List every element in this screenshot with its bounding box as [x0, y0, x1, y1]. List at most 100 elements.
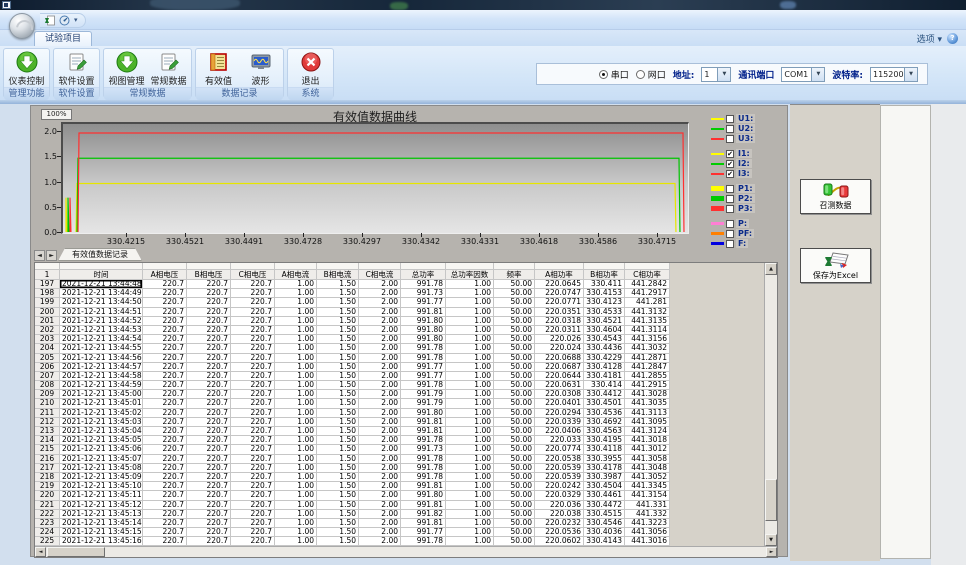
- table-cell[interactable]: 220.7: [187, 519, 231, 528]
- table-cell[interactable]: 441.2915: [625, 381, 670, 390]
- table-cell[interactable]: 220.7: [187, 308, 231, 317]
- table-cell[interactable]: 1.00: [275, 519, 317, 528]
- table-cell[interactable]: 1.50: [317, 372, 359, 381]
- table-cell[interactable]: 50.00: [494, 354, 535, 363]
- table-cell[interactable]: 220.7: [231, 317, 275, 326]
- table-cell[interactable]: 1.00: [446, 464, 494, 473]
- software-settings-button[interactable]: 软件设置: [56, 51, 97, 87]
- table-header-cell[interactable]: B相功率: [584, 270, 625, 280]
- table-cell[interactable]: 2.00: [359, 326, 401, 335]
- legend-checkbox[interactable]: [726, 195, 734, 203]
- table-cell[interactable]: 50.00: [494, 399, 535, 408]
- table-cell[interactable]: 1.00: [275, 445, 317, 454]
- table-cell[interactable]: 220.7: [143, 418, 187, 427]
- table-cell[interactable]: 50.00: [494, 390, 535, 399]
- table-cell[interactable]: 220.7: [143, 528, 187, 537]
- table-cell[interactable]: 330.4604: [584, 326, 625, 335]
- table-cell[interactable]: 220.7: [231, 298, 275, 307]
- table-cell[interactable]: 220.7: [143, 455, 187, 464]
- table-cell[interactable]: 2.00: [359, 409, 401, 418]
- table-cell[interactable]: 991.80: [401, 409, 446, 418]
- table-cell[interactable]: 50.00: [494, 418, 535, 427]
- table-header-cell[interactable]: A相电流: [275, 270, 317, 280]
- table-cell[interactable]: 208: [35, 381, 60, 390]
- table-cell[interactable]: 330.4436: [584, 344, 625, 353]
- table-cell[interactable]: 220.038: [535, 510, 584, 519]
- table-cell[interactable]: 1.50: [317, 427, 359, 436]
- table-cell[interactable]: 220.0329: [535, 491, 584, 500]
- table-cell[interactable]: 220.7: [231, 464, 275, 473]
- table-cell[interactable]: 1.00: [446, 501, 494, 510]
- table-cell[interactable]: 2021-12-21 13:45:12: [60, 501, 143, 510]
- table-cell[interactable]: 991.81: [401, 308, 446, 317]
- table-cell[interactable]: 1.00: [446, 344, 494, 353]
- table-cell[interactable]: 220.7: [187, 280, 231, 289]
- table-cell[interactable]: 220.7: [143, 298, 187, 307]
- table-cell[interactable]: 1.50: [317, 436, 359, 445]
- table-cell[interactable]: 1.00: [446, 372, 494, 381]
- table-cell[interactable]: 220.0687: [535, 363, 584, 372]
- table-cell[interactable]: 1.50: [317, 482, 359, 491]
- table-cell[interactable]: 220.033: [535, 436, 584, 445]
- table-cell[interactable]: 441.3223: [625, 519, 670, 528]
- table-cell[interactable]: 2.00: [359, 344, 401, 353]
- table-cell[interactable]: 220.7: [231, 528, 275, 537]
- table-cell[interactable]: 2.00: [359, 354, 401, 363]
- table-cell[interactable]: 218: [35, 473, 60, 482]
- table-cell[interactable]: 1.50: [317, 399, 359, 408]
- table-cell[interactable]: 1.00: [275, 537, 317, 546]
- table-cell[interactable]: 1.00: [446, 537, 494, 546]
- table-cell[interactable]: 441.3132: [625, 308, 670, 317]
- table-cell[interactable]: 2021-12-21 13:45:00: [60, 390, 143, 399]
- table-cell[interactable]: 220.0351: [535, 308, 584, 317]
- table-cell[interactable]: 1.50: [317, 308, 359, 317]
- table-cell[interactable]: 220.0644: [535, 372, 584, 381]
- table-cell[interactable]: 1.00: [275, 436, 317, 445]
- table-cell[interactable]: 330.4195: [584, 436, 625, 445]
- table-cell[interactable]: 1.50: [317, 537, 359, 546]
- table-cell[interactable]: 1.50: [317, 445, 359, 454]
- table-cell[interactable]: 50.00: [494, 317, 535, 326]
- table-cell[interactable]: 220.7: [231, 482, 275, 491]
- table-cell[interactable]: 50.00: [494, 528, 535, 537]
- table-cell[interactable]: 220.7: [143, 537, 187, 546]
- table-cell[interactable]: 1.00: [446, 445, 494, 454]
- table-cell[interactable]: 441.3058: [625, 455, 670, 464]
- table-cell[interactable]: 1.00: [275, 399, 317, 408]
- table-cell[interactable]: 2.00: [359, 491, 401, 500]
- table-cell[interactable]: 220.7: [143, 482, 187, 491]
- table-cell[interactable]: 2021-12-21 13:44:57: [60, 363, 143, 372]
- table-cell[interactable]: 215: [35, 445, 60, 454]
- table-cell[interactable]: 220.024: [535, 344, 584, 353]
- table-cell[interactable]: 1.00: [446, 289, 494, 298]
- table-cell[interactable]: 991.81: [401, 418, 446, 427]
- regular-data-button[interactable]: 常规数据: [148, 51, 189, 87]
- table-cell[interactable]: 1.00: [275, 501, 317, 510]
- table-cell[interactable]: 991.78: [401, 344, 446, 353]
- legend-checkbox[interactable]: [726, 115, 734, 123]
- table-cell[interactable]: 2.00: [359, 390, 401, 399]
- table-cell[interactable]: 1.00: [446, 510, 494, 519]
- table-cell[interactable]: 50.00: [494, 537, 535, 546]
- table-cell[interactable]: 220.7: [187, 427, 231, 436]
- table-cell[interactable]: 991.78: [401, 464, 446, 473]
- table-cell[interactable]: 209: [35, 390, 60, 399]
- table-cell[interactable]: 1.50: [317, 381, 359, 390]
- table-cell[interactable]: 1.00: [446, 399, 494, 408]
- table-cell[interactable]: 2021-12-21 13:44:50: [60, 298, 143, 307]
- table-cell[interactable]: 330.4461: [584, 491, 625, 500]
- table-cell[interactable]: 441.3035: [625, 399, 670, 408]
- table-cell[interactable]: 220.0771: [535, 298, 584, 307]
- table-cell[interactable]: 330.4036: [584, 528, 625, 537]
- table-cell[interactable]: 220.0602: [535, 537, 584, 546]
- table-cell[interactable]: 2021-12-21 13:44:58: [60, 372, 143, 381]
- table-cell[interactable]: 220.7: [187, 363, 231, 372]
- table-cell[interactable]: 220.0401: [535, 399, 584, 408]
- table-cell[interactable]: 330.4181: [584, 372, 625, 381]
- vertical-scrollbar[interactable]: ▲ ▼: [764, 263, 777, 546]
- scroll-up-icon[interactable]: ▲: [765, 263, 777, 275]
- table-cell[interactable]: 991.77: [401, 528, 446, 537]
- table-cell[interactable]: 1.00: [446, 482, 494, 491]
- sheet-next-button[interactable]: ►: [46, 250, 57, 261]
- table-cell[interactable]: 220.7: [143, 445, 187, 454]
